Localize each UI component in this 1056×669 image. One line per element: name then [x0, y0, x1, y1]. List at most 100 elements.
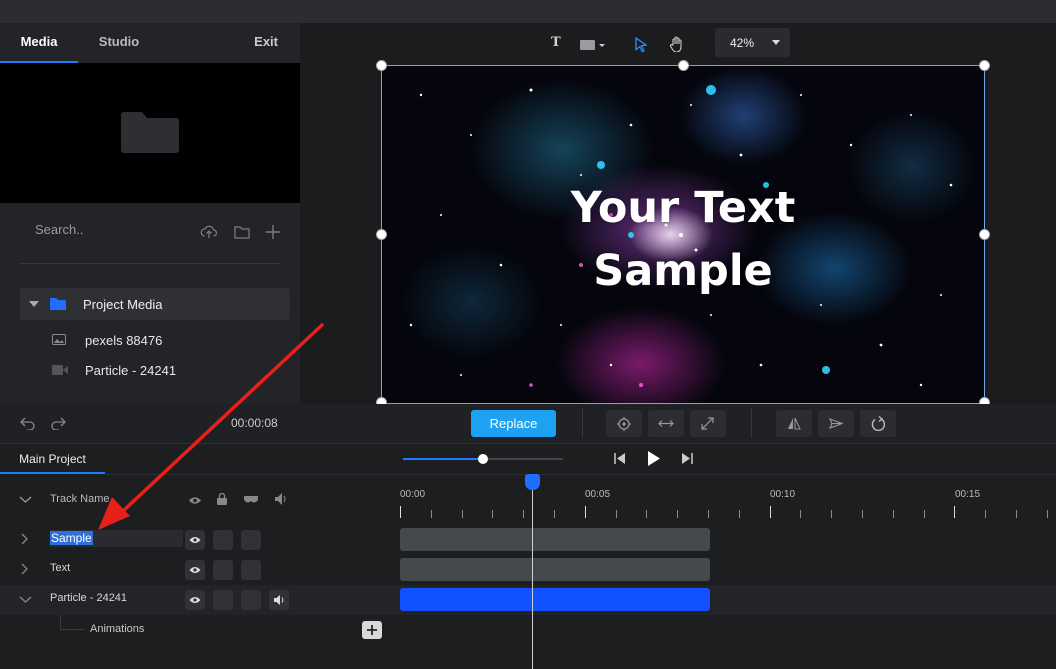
control-bar: 00:00:08 Replace: [0, 404, 1056, 444]
folder-icon: [50, 298, 66, 310]
tab-main-project[interactable]: Main Project: [0, 444, 105, 474]
visibility-toggle[interactable]: [185, 560, 205, 580]
fit-width-button[interactable]: [648, 410, 684, 437]
ruler-tick: [708, 510, 709, 518]
flip-icon: [788, 417, 801, 430]
mask-toggle[interactable]: [241, 590, 261, 610]
visibility-toggle[interactable]: [185, 590, 205, 610]
flip-button[interactable]: [776, 410, 812, 437]
resize-handle[interactable]: [376, 60, 387, 71]
pointer-icon[interactable]: [635, 37, 647, 53]
resize-handle[interactable]: [376, 229, 387, 240]
plus-icon: [367, 625, 377, 635]
zoom-value: 42%: [730, 36, 755, 50]
video-icon: [52, 365, 68, 375]
zoom-select[interactable]: 42%: [715, 28, 790, 57]
text-tool-icon[interactable]: T: [551, 35, 561, 50]
search-input[interactable]: Search..: [35, 222, 83, 237]
ruler-label: 00:05: [585, 489, 611, 500]
playback-slider-thumb[interactable]: [478, 454, 488, 464]
cloud-upload-icon[interactable]: [200, 223, 218, 241]
lock-toggle[interactable]: [213, 560, 233, 580]
ruler-label: 00:15: [955, 489, 981, 500]
divider: [751, 408, 752, 438]
ruler-tick: [646, 510, 648, 518]
window-top-bar: [0, 0, 1056, 23]
ruler-tick: [985, 510, 987, 518]
eye-icon: [189, 537, 201, 543]
time-display: 00:00:08: [231, 416, 278, 430]
selection-box: [381, 65, 985, 404]
fullscreen-button[interactable]: [690, 410, 726, 437]
media-preview: [0, 63, 300, 203]
track-name[interactable]: Particle - 24241: [50, 592, 127, 604]
track-name-selected-text: Sample: [50, 531, 93, 545]
resize-handle[interactable]: [979, 60, 990, 71]
timeline-clip[interactable]: [400, 528, 710, 551]
folder-icon[interactable]: [233, 223, 251, 241]
tree-line: [60, 629, 85, 630]
playhead[interactable]: [532, 482, 533, 669]
chevron-down-icon[interactable]: [19, 496, 32, 503]
chevron-right-icon[interactable]: [21, 533, 28, 545]
hand-icon[interactable]: [670, 36, 684, 52]
ruler-tick: [1016, 510, 1017, 518]
skip-forward-icon[interactable]: [681, 453, 693, 464]
ruler-tick: [523, 510, 525, 518]
eye-icon[interactable]: [188, 496, 202, 505]
ruler-tick: [400, 506, 401, 518]
add-icon[interactable]: [264, 223, 282, 241]
speaker-icon: [274, 595, 284, 605]
timeline-clip[interactable]: [400, 588, 710, 611]
mute-toggle[interactable]: [269, 590, 289, 610]
animations-label: Animations: [90, 623, 145, 635]
speaker-icon[interactable]: [275, 493, 287, 505]
ruler-tick: [800, 510, 802, 518]
media-item[interactable]: Particle - 24241: [85, 363, 176, 378]
resize-handle[interactable]: [678, 60, 689, 71]
track-name-header: Track Name: [50, 493, 110, 505]
rotate-button[interactable]: [860, 410, 896, 437]
ruler-tick: [554, 510, 555, 518]
play-icon[interactable]: [648, 451, 660, 466]
folder-label: Project Media: [83, 297, 163, 312]
chevron-down-icon: [772, 40, 780, 45]
mask-icon[interactable]: [243, 494, 259, 504]
resize-handle[interactable]: [979, 229, 990, 240]
lock-toggle[interactable]: [213, 590, 233, 610]
skip-back-icon[interactable]: [614, 453, 626, 464]
ruler-tick: [831, 510, 833, 518]
media-item[interactable]: pexels 88476: [85, 333, 162, 348]
chevron-right-icon[interactable]: [21, 563, 28, 575]
mask-toggle[interactable]: [241, 530, 261, 550]
shape-tool-button[interactable]: [580, 40, 608, 50]
track-name[interactable]: Text: [50, 562, 70, 574]
add-animation-button[interactable]: [362, 621, 382, 639]
lock-toggle[interactable]: [213, 530, 233, 550]
ruler-tick: [677, 510, 679, 518]
align-button[interactable]: [818, 410, 854, 437]
center-button[interactable]: [606, 410, 642, 437]
divider: [20, 263, 280, 264]
timeline-clip[interactable]: [400, 558, 710, 581]
target-icon: [617, 417, 631, 431]
lock-icon[interactable]: [217, 493, 227, 505]
ruler-tick: [584, 506, 586, 518]
visibility-toggle[interactable]: [185, 530, 205, 550]
ruler-tick: [430, 510, 432, 518]
playback-progress[interactable]: [403, 458, 483, 460]
playhead-handle[interactable]: [525, 474, 540, 490]
tab-studio[interactable]: Studio: [78, 23, 160, 63]
eye-icon: [189, 597, 201, 603]
chevron-down-icon[interactable]: [19, 596, 32, 603]
mask-toggle[interactable]: [241, 560, 261, 580]
redo-icon[interactable]: [50, 416, 66, 430]
exit-button[interactable]: Exit: [254, 23, 278, 63]
tab-media[interactable]: Media: [0, 23, 78, 63]
replace-button[interactable]: Replace: [471, 410, 556, 437]
undo-icon[interactable]: [20, 416, 36, 430]
ruler-tick: [461, 510, 463, 518]
track-name-input[interactable]: Sample: [50, 530, 183, 547]
eye-icon: [189, 567, 201, 573]
ruler-tick: [892, 510, 894, 518]
